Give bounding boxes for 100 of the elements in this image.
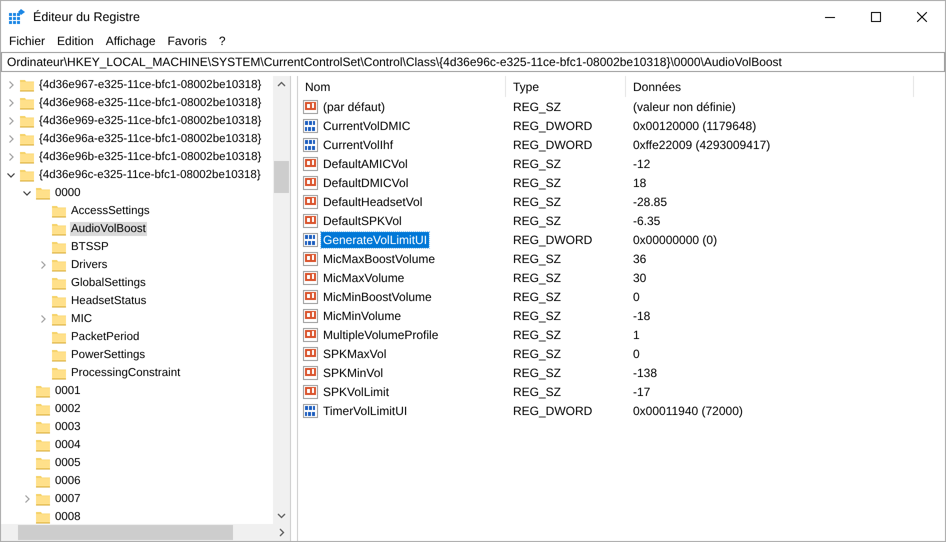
tree-item[interactable]: ProcessingConstraint	[70, 366, 182, 380]
value-data: -6.35	[633, 214, 660, 228]
tree-item[interactable]: Drivers	[70, 258, 108, 272]
window-title: Éditeur du Registre	[33, 10, 142, 24]
folder-icon	[19, 149, 35, 165]
tree-item[interactable]: 0005	[54, 456, 82, 470]
column-header[interactable]: Données	[626, 76, 914, 97]
value-type: REG_DWORD	[513, 232, 592, 246]
value-name[interactable]: GenerateVolLimitUI	[321, 232, 430, 248]
tree-item[interactable]: 0006	[54, 474, 82, 488]
value-type: REG_SZ	[513, 308, 562, 322]
folder-icon	[19, 167, 35, 183]
value-name[interactable]: (par défaut)	[321, 98, 388, 114]
menu-item[interactable]: Fichier	[3, 34, 52, 48]
value-type: REG_SZ	[513, 100, 562, 114]
value-name[interactable]: CurrentVolIhf	[321, 136, 396, 152]
value-data: 0	[633, 346, 640, 360]
tree-item[interactable]: BTSSP	[70, 240, 110, 254]
value-data: -28.85	[633, 194, 668, 208]
scroll-thumb[interactable]	[18, 525, 233, 540]
string-value-icon	[303, 384, 319, 400]
tree-item[interactable]: 0007	[54, 492, 82, 506]
value-name[interactable]: DefaultHeadsetVol	[321, 194, 424, 210]
scrollbar[interactable]	[1, 524, 290, 541]
tree-item[interactable]: {4d36e96c-e325-11ce-bfc1-08002be10318}	[38, 168, 262, 182]
folder-icon	[35, 437, 51, 453]
value-data: 0x00000000 (0)	[633, 232, 718, 246]
value-type: REG_SZ	[513, 346, 562, 360]
address-bar[interactable]: Ordinateur\HKEY_LOCAL_MACHINE\SYSTEM\CurrentControlSet\Control\Class\{4d36e96c-e325-11ce-bfc1-08002be10318}\0000\AudioVolBoost	[1, 52, 945, 72]
folder-icon	[51, 275, 67, 291]
tree-item[interactable]: 0003	[54, 420, 82, 434]
tree-item[interactable]: 0001	[54, 384, 82, 398]
value-name[interactable]: MicMaxVolume	[321, 270, 406, 286]
menu-item[interactable]: Affichage	[100, 34, 162, 48]
value-name[interactable]: MicMinVolume	[321, 308, 404, 324]
value-type: REG_SZ	[513, 176, 562, 190]
value-data: 30	[633, 270, 646, 284]
folder-icon	[51, 329, 67, 345]
string-value-icon	[303, 270, 319, 286]
value-name[interactable]: SPKMinVol	[321, 364, 386, 380]
value-name[interactable]: DefaultDMICVol	[321, 174, 410, 190]
column-header[interactable]: Nom	[298, 76, 506, 97]
value-data: 0xffe22009 (4293009417)	[633, 138, 770, 152]
tree-item[interactable]: 0000	[54, 186, 82, 200]
string-value-icon	[303, 174, 319, 190]
tree-item[interactable]: {4d36e96a-e325-11ce-bfc1-08002be10318}	[38, 132, 262, 146]
folder-icon	[35, 185, 51, 201]
value-type: REG_DWORD	[513, 138, 592, 152]
menu-item[interactable]: Favoris	[162, 34, 213, 48]
folder-icon	[35, 419, 51, 435]
scrollbar[interactable]	[273, 76, 290, 524]
binary-value-icon	[303, 232, 319, 248]
tree-item[interactable]: {4d36e96b-e325-11ce-bfc1-08002be10318}	[38, 150, 262, 164]
tree-item[interactable]: PowerSettings	[70, 348, 146, 362]
maximize-icon	[871, 12, 881, 22]
folder-icon	[51, 257, 67, 273]
menu-item[interactable]: ?	[212, 34, 232, 48]
value-data: 18	[633, 176, 646, 190]
value-type: REG_SZ	[513, 194, 562, 208]
value-name[interactable]: CurrentVolDMIC	[321, 118, 412, 134]
tree-item[interactable]: {4d36e968-e325-11ce-bfc1-08002be10318}	[38, 96, 262, 110]
value-name[interactable]: DefaultSPKVol	[321, 212, 404, 228]
folder-icon	[19, 77, 35, 93]
folder-icon	[35, 491, 51, 507]
value-name[interactable]: MicMaxBoostVolume	[321, 250, 438, 266]
value-name[interactable]: MultipleVolumeProfile	[321, 326, 440, 342]
value-data: -18	[633, 308, 650, 322]
string-value-icon	[303, 250, 319, 266]
column-header[interactable]: Type	[506, 76, 626, 97]
tree-item[interactable]: 0008	[54, 510, 82, 524]
value-type: REG_SZ	[513, 384, 562, 398]
value-name[interactable]: DefaultAMICVol	[321, 156, 410, 172]
menu-item[interactable]: Edition	[51, 34, 100, 48]
value-name[interactable]: SPKVolLimit	[321, 384, 392, 400]
tree-item[interactable]: GlobalSettings	[70, 276, 147, 290]
registry-icon	[9, 8, 25, 24]
tree-item[interactable]: AudioVolBoost	[70, 222, 147, 236]
folder-icon	[35, 401, 51, 417]
tree-item[interactable]: 0004	[54, 438, 82, 452]
tree-item[interactable]: 0002	[54, 402, 82, 416]
tree-item[interactable]: PacketPeriod	[70, 330, 140, 344]
value-type: REG_SZ	[513, 366, 562, 380]
folder-icon	[19, 95, 35, 111]
tree-item[interactable]: HeadsetStatus	[70, 294, 148, 308]
tree-item[interactable]: MIC	[70, 312, 94, 326]
value-type: REG_SZ	[513, 214, 562, 228]
value-name[interactable]: TimerVolLimitUI	[321, 402, 410, 418]
string-value-icon	[303, 364, 319, 380]
folder-icon	[51, 239, 67, 255]
tree-item[interactable]: AccessSettings	[70, 204, 151, 218]
value-name[interactable]: MicMinBoostVolume	[321, 288, 434, 304]
folder-icon	[35, 455, 51, 471]
value-name[interactable]: SPKMaxVol	[321, 346, 388, 362]
folder-icon	[35, 383, 51, 399]
value-type: REG_SZ	[513, 270, 562, 284]
folder-icon	[19, 113, 35, 129]
value-data: 0	[633, 290, 640, 304]
tree-item[interactable]: {4d36e967-e325-11ce-bfc1-08002be10318}	[38, 78, 262, 92]
scroll-thumb[interactable]	[274, 161, 289, 193]
tree-item[interactable]: {4d36e969-e325-11ce-bfc1-08002be10318}	[38, 114, 262, 128]
